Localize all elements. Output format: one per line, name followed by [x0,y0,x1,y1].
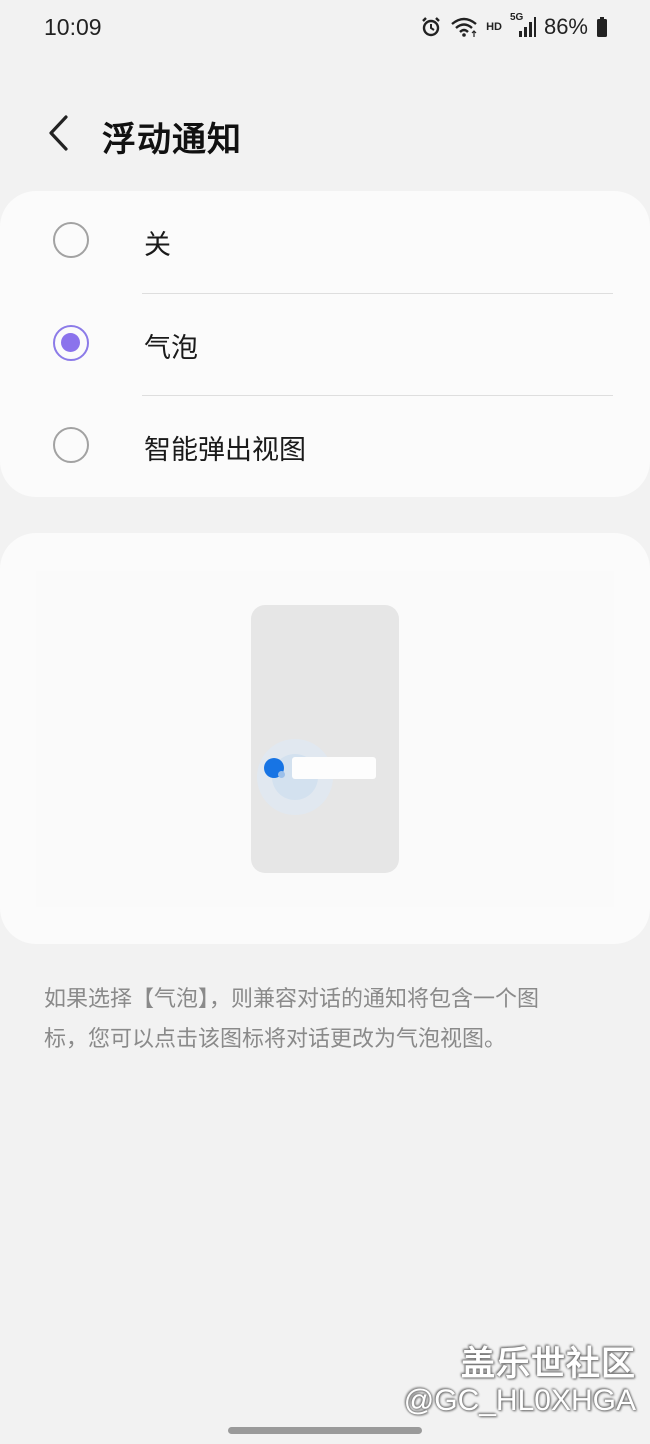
option-bubbles[interactable]: 气泡 [0,294,650,396]
radio-bubbles[interactable] [53,325,89,361]
wifi-icon [450,16,478,38]
status-icons: HD 5G 86% [420,12,608,40]
radio-off[interactable] [53,222,89,258]
back-button[interactable] [36,110,80,160]
preview-illustration [36,571,614,907]
alarm-icon [420,16,442,38]
description-line-2: 标，您可以点击该图标将对话更改为气泡视图。 [44,1027,507,1052]
watermark-site: 盖乐世社区 [461,1344,636,1384]
hd-indicator: HD [486,21,502,33]
option-bubbles-label: 气泡 [144,333,198,364]
status-bar: 10:09 HD 5G 86% [0,0,650,60]
option-smart-popup[interactable]: 智能弹出视图 [0,396,650,498]
battery-percent: 86% [543,14,588,39]
option-off-label: 关 [144,230,171,261]
app-header: 浮动通知 [0,100,650,170]
preview-card [0,533,650,944]
page-title: 浮动通知 [102,120,242,160]
description-line-1: 如果选择【气泡】，则兼容对话的通知将包含一个图 [44,987,540,1012]
home-indicator[interactable] [228,1427,422,1434]
chevron-left-icon [46,114,70,156]
signal-icon: 5G [510,12,536,38]
option-smart-popup-label: 智能弹出视图 [144,435,306,466]
watermark-handle: @GC_HL0XHGA [403,1384,636,1417]
battery-icon [596,16,608,38]
phone-illustration [251,605,399,873]
radio-smart-popup[interactable] [53,427,89,463]
bubble-badge [278,771,285,778]
notification-bar [292,757,376,779]
description-text: 如果选择【气泡】，则兼容对话的通知将包含一个图 标，您可以点击该图标将对话更改为… [44,980,614,1060]
floating-notification-options: 关 气泡 智能弹出视图 [0,191,650,497]
option-off[interactable]: 关 [0,191,650,293]
status-time: 10:09 [44,14,102,40]
